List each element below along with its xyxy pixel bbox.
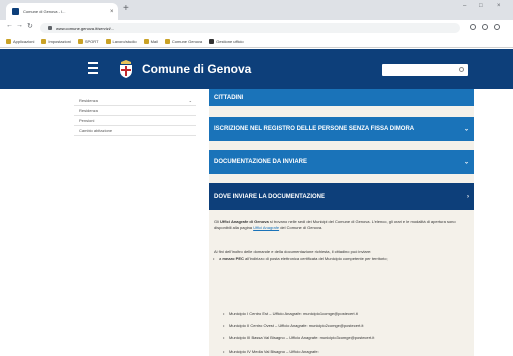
instruction-paragraph: Ai fini dell'inoltro delle domande e del… <box>214 249 372 254</box>
accordion-dove-inviare[interactable]: DOVE INVIARE LA DOCUMENTAZIONE › <box>209 183 474 210</box>
chevron-down-icon: ⌄ <box>463 159 469 166</box>
browser-tab-strip: Comune di Genova - I... × + – □ × <box>0 0 513 20</box>
forward-button[interactable]: → <box>16 22 23 29</box>
folder-icon <box>105 39 111 44</box>
folder-icon <box>77 39 83 44</box>
minimize-button[interactable]: – <box>463 3 466 9</box>
folder-icon <box>6 39 11 44</box>
folder-icon <box>209 39 215 44</box>
folder-icon <box>143 39 149 44</box>
sidebar-item[interactable]: Cambio abitazione <box>74 126 196 136</box>
contact-item: Municipio IV Media Val Bisagno – Ufficio… <box>223 349 467 355</box>
maximize-button[interactable]: □ <box>479 3 483 9</box>
tab-close-icon[interactable]: × <box>110 9 118 15</box>
main-content: CITTADINI ISCRIZIONE NEL REGISTRO DELLE … <box>209 89 474 356</box>
menu-icon[interactable] <box>494 24 500 30</box>
bookmark-item[interactable]: Comune Genova <box>164 39 202 44</box>
coat-of-arms-icon[interactable] <box>118 60 134 78</box>
folder-icon <box>164 39 170 44</box>
chevron-right-icon: › <box>467 193 469 200</box>
intro-paragraph: Gli Uffici Anagrafe di Genova si trovano… <box>214 219 456 230</box>
email-link[interactable]: municipio1comge@postecert.it <box>303 311 358 316</box>
sidebar-item[interactable]: Pensioni <box>74 116 196 126</box>
bookmark-item[interactable]: Lavoro/studio <box>105 39 137 44</box>
hamburger-menu-icon[interactable] <box>88 62 98 77</box>
back-button[interactable]: ← <box>6 22 13 29</box>
chevron-down-icon: ⌄ <box>188 98 192 103</box>
site-header: Comune di Genova <box>0 49 513 89</box>
site-name[interactable]: Comune di Genova <box>142 62 251 76</box>
search-icon[interactable] <box>459 67 464 72</box>
bookmark-item[interactable]: Mail <box>143 39 158 44</box>
bookmark-item[interactable]: Gestione ufficio <box>209 39 244 44</box>
profile-icon[interactable] <box>482 24 488 30</box>
browser-toolbar: ← → ↻ www.comune.genova.it/servizi/... <box>0 20 513 36</box>
accordion-iscrizione[interactable]: ISCRIZIONE NEL REGISTRO DELLE PERSONE SE… <box>209 117 474 141</box>
favicon-icon <box>12 8 19 15</box>
sidebar-item[interactable]: Residenza ⌄ <box>74 96 196 106</box>
contact-item: Municipio III Bassa Val Bisagno – Uffici… <box>223 335 467 341</box>
browser-tab[interactable]: Comune di Genova - I... × <box>6 3 118 20</box>
sidebar-nav: Residenza ⌄ Residenza Pensioni Cambio abi… <box>74 96 196 136</box>
email-link[interactable]: municipio2comge@postecert.it <box>309 323 364 328</box>
bookmark-item[interactable]: SPORT <box>77 39 99 44</box>
contact-item: Municipio I Centro Est – Ufficio Anagraf… <box>223 311 467 317</box>
window-close-button[interactable]: × <box>497 3 501 9</box>
bookmark-item[interactable]: Impostazioni <box>41 39 71 44</box>
lock-icon <box>48 26 52 30</box>
uffici-anagrafe-link[interactable]: Uffici Anagrafe <box>253 225 279 230</box>
contact-item: Municipio II Centro Ovest – Ufficio Anag… <box>223 323 467 329</box>
list-item: a mezzo PEC all'indirizzo di posta elett… <box>213 256 469 262</box>
address-bar[interactable]: www.comune.genova.it/servizi/... <box>40 23 460 33</box>
bookmark-star-icon[interactable] <box>470 24 476 30</box>
chevron-down-icon: ⌄ <box>463 126 469 133</box>
new-tab-button[interactable]: + <box>123 4 129 14</box>
bookmarks-bar: Applicazioni Impostazioni SPORT Lavoro/s… <box>0 36 513 48</box>
accordion-cittadini[interactable]: CITTADINI <box>209 89 474 106</box>
reload-button[interactable]: ↻ <box>27 22 33 30</box>
email-link[interactable]: municipio3comge@postecert.it <box>320 335 375 340</box>
search-input[interactable] <box>382 64 468 76</box>
accordion-documentazione[interactable]: DOCUMENTAZIONE DA INVIARE ⌄ <box>209 150 474 174</box>
url-text: www.comune.genova.it/servizi/... <box>56 25 115 31</box>
sidebar-item[interactable]: Residenza <box>74 106 196 116</box>
folder-icon <box>41 39 47 44</box>
tab-title: Comune di Genova - I... <box>23 9 66 14</box>
bookmark-item[interactable]: Applicazioni <box>6 39 34 44</box>
